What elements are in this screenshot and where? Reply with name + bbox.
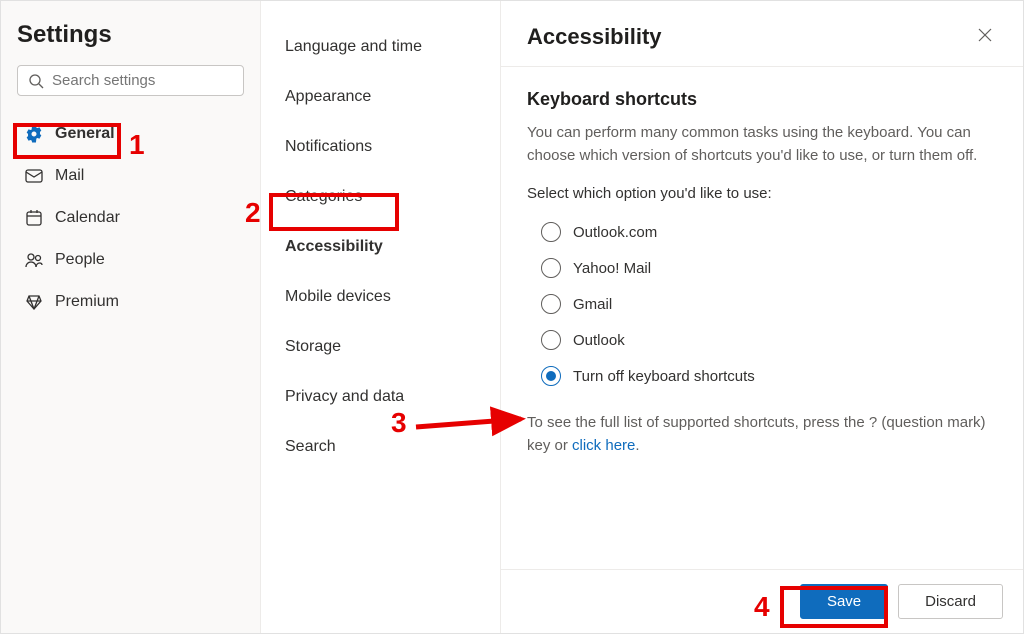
option-label: Outlook.com (573, 224, 657, 241)
nav-general[interactable]: General (17, 116, 244, 152)
subnav-privacy-data[interactable]: Privacy and data (271, 379, 490, 415)
nav-label: People (55, 251, 105, 269)
section-description: You can perform many common tasks using … (527, 122, 997, 167)
settings-subnav: Language and time Appearance Notificatio… (261, 1, 501, 633)
subnav-language-time[interactable]: Language and time (271, 29, 490, 65)
calendar-icon (23, 208, 45, 228)
discard-button[interactable]: Discard (898, 584, 1003, 619)
radio-icon (541, 294, 561, 314)
save-button[interactable]: Save (800, 584, 888, 619)
nav-calendar[interactable]: Calendar (17, 200, 244, 236)
nav-mail[interactable]: Mail (17, 158, 244, 194)
search-icon (28, 73, 44, 89)
shortcut-options: Outlook.com Yahoo! Mail Gmail Outlook Tu… (541, 214, 997, 394)
settings-panel: Accessibility Keyboard shortcuts You can… (501, 1, 1023, 633)
gear-icon (23, 124, 45, 144)
close-icon (977, 27, 993, 43)
mail-icon (23, 166, 45, 186)
option-label: Gmail (573, 296, 612, 313)
option-outlook[interactable]: Outlook (541, 322, 997, 358)
option-label: Yahoo! Mail (573, 260, 651, 277)
search-input[interactable] (52, 72, 233, 89)
nav-people[interactable]: People (17, 242, 244, 278)
subnav-accessibility[interactable]: Accessibility (271, 229, 490, 265)
search-settings-box[interactable] (17, 65, 244, 96)
nav-label: Mail (55, 167, 84, 185)
nav-premium[interactable]: Premium (17, 284, 244, 320)
subnav-mobile-devices[interactable]: Mobile devices (271, 279, 490, 315)
subnav-appearance[interactable]: Appearance (271, 79, 490, 115)
nav-label: General (55, 125, 115, 143)
radio-icon (541, 330, 561, 350)
nav-label: Premium (55, 293, 119, 311)
panel-title: Accessibility (527, 24, 662, 50)
panel-footer: Save Discard (501, 569, 1023, 633)
shortcut-hint: To see the full list of supported shortc… (527, 412, 997, 457)
premium-icon (23, 292, 45, 312)
option-prompt: Select which option you'd like to use: (527, 185, 997, 202)
nav-label: Calendar (55, 209, 120, 227)
settings-sidebar: Settings General Mail Cal (1, 1, 261, 633)
subnav-search[interactable]: Search (271, 429, 490, 465)
close-button[interactable] (973, 23, 997, 50)
option-turn-off[interactable]: Turn off keyboard shortcuts (541, 358, 997, 394)
settings-title: Settings (17, 21, 244, 49)
click-here-link[interactable]: click here (572, 437, 635, 454)
option-label: Outlook (573, 332, 625, 349)
section-title: Keyboard shortcuts (527, 89, 997, 110)
option-yahoo-mail[interactable]: Yahoo! Mail (541, 250, 997, 286)
subnav-categories[interactable]: Categories (271, 179, 490, 215)
radio-icon (541, 258, 561, 278)
subnav-notifications[interactable]: Notifications (271, 129, 490, 165)
radio-icon (541, 222, 561, 242)
subnav-storage[interactable]: Storage (271, 329, 490, 365)
option-outlook-com[interactable]: Outlook.com (541, 214, 997, 250)
radio-icon (541, 366, 561, 386)
option-gmail[interactable]: Gmail (541, 286, 997, 322)
people-icon (23, 250, 45, 270)
option-label: Turn off keyboard shortcuts (573, 368, 755, 385)
